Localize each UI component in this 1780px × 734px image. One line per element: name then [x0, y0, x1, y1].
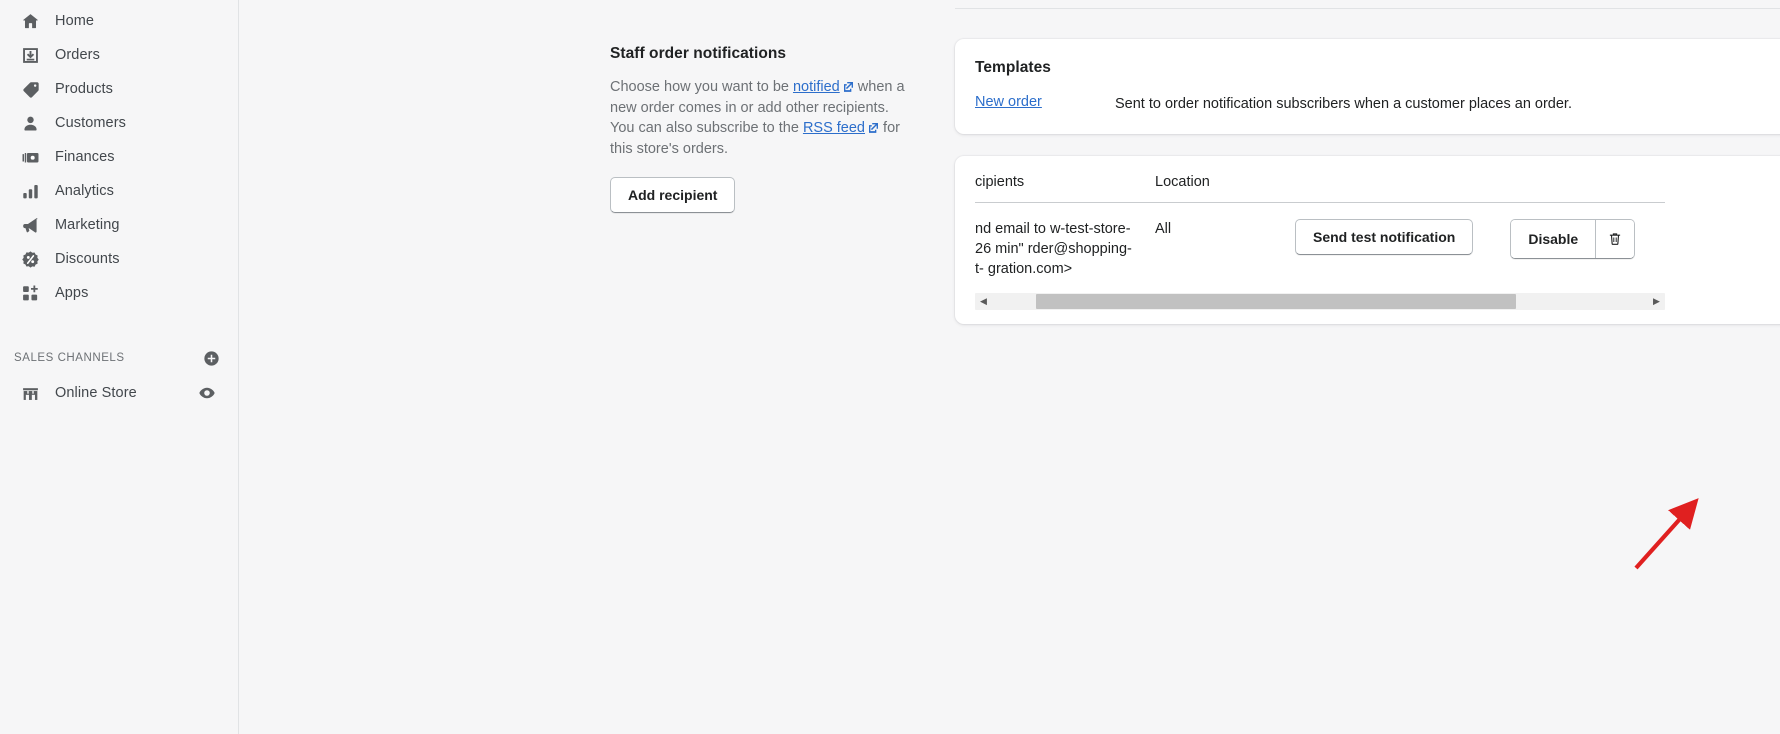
sidebar-item-customers[interactable]: Customers: [6, 106, 230, 140]
sidebar-item-label: Home: [55, 13, 95, 29]
divider-row: [239, 0, 1780, 39]
scrollbar-right-arrow[interactable]: ▶: [1648, 293, 1665, 310]
staff-order-notifications-description: Choose how you want to be notified when …: [610, 77, 915, 159]
app-root: Home Orders Products Customers Finances …: [0, 0, 1780, 734]
apps-grid-plus-icon: [20, 283, 40, 303]
sidebar-item-home[interactable]: Home: [6, 4, 230, 38]
add-recipient-button[interactable]: Add recipient: [610, 177, 736, 213]
customers-person-icon: [20, 113, 40, 133]
disable-button[interactable]: Disable: [1511, 220, 1596, 258]
template-link-new-order[interactable]: New order: [975, 94, 1115, 110]
sidebar-item-products[interactable]: Products: [6, 72, 230, 106]
marketing-megaphone-icon: [20, 215, 40, 235]
cell-location: All: [1155, 221, 1172, 237]
sidebar-item-discounts[interactable]: Discounts: [6, 242, 230, 276]
annotation-arrow: [1634, 498, 1699, 570]
table-header-row: cipients Location: [975, 156, 1665, 203]
staff-order-notifications-section: Staff order notifications Choose how you…: [239, 39, 1780, 324]
plus-circle-icon[interactable]: [203, 350, 220, 367]
external-link-icon: [868, 119, 879, 139]
sidebar: Home Orders Products Customers Finances …: [0, 0, 239, 734]
cell-recipient: nd email to w-test-store-26 min" rder@sh…: [975, 221, 1132, 277]
horizontal-scrollbar[interactable]: ◀ ▶: [975, 293, 1665, 310]
sidebar-item-finances[interactable]: Finances: [6, 140, 230, 174]
analytics-bars-icon: [20, 181, 40, 201]
sidebar-item-label: Apps: [55, 285, 89, 301]
divider-right-col: [955, 0, 1780, 39]
desc-text-1: Choose how you want to be: [610, 79, 793, 95]
sidebar-item-orders[interactable]: Orders: [6, 38, 230, 72]
sidebar-item-label: Discounts: [55, 251, 120, 267]
main-content-area: Do not track Your email open rate will n…: [239, 0, 1780, 734]
sidebar-item-online-store[interactable]: Online Store: [6, 376, 230, 410]
table-row: nd email to w-test-store-26 min" rder@sh…: [975, 203, 1665, 287]
orders-icon: [20, 45, 40, 65]
rss-feed-link[interactable]: RSS feed: [803, 120, 865, 136]
page-section-title: Staff order notifications: [610, 45, 787, 62]
column-header-recipients: cipients: [975, 174, 1025, 190]
scrollbar-left-arrow[interactable]: ◀: [975, 293, 992, 310]
sidebar-item-label: Marketing: [55, 217, 120, 233]
discounts-percent-icon: [20, 249, 40, 269]
disable-delete-button-group: Disable: [1510, 219, 1636, 259]
cell-actions: Send test notification Disable: [1295, 219, 1636, 259]
scrollbar-track[interactable]: [992, 293, 1648, 310]
section-divider: [955, 8, 1780, 9]
sidebar-item-label: Analytics: [55, 183, 114, 199]
products-tag-icon: [20, 79, 40, 99]
template-row: New order Sent to order notification sub…: [975, 77, 1780, 114]
template-description: Sent to order notification subscribers w…: [1115, 96, 1572, 112]
sidebar-item-label: Products: [55, 81, 114, 97]
sidebar-item-analytics[interactable]: Analytics: [6, 174, 230, 208]
staff-order-notifications-left-col: Staff order notifications Choose how you…: [610, 39, 955, 324]
sidebar-item-label: Finances: [55, 149, 115, 165]
notified-link[interactable]: notified: [793, 79, 840, 95]
sidebar-item-label: Online Store: [55, 385, 137, 401]
trash-icon[interactable]: [1595, 220, 1635, 258]
send-test-notification-button[interactable]: Send test notification: [1295, 219, 1474, 255]
external-link-icon: [843, 78, 854, 98]
eye-icon[interactable]: [198, 384, 218, 402]
column-header-location: Location: [1155, 174, 1210, 190]
finances-cash-icon: [20, 147, 40, 167]
divider-left-col: [610, 0, 955, 39]
staff-order-notifications-right-col: Templates New order Sent to order notifi…: [955, 39, 1780, 324]
home-icon: [20, 11, 40, 31]
sales-channels-title: SALES CHANNELS: [14, 352, 125, 364]
sidebar-item-marketing[interactable]: Marketing: [6, 208, 230, 242]
storefront-icon: [20, 383, 40, 403]
templates-card: Templates New order Sent to order notifi…: [955, 39, 1780, 134]
scrollbar-thumb[interactable]: [1036, 294, 1516, 309]
sidebar-item-label: Customers: [55, 115, 126, 131]
sales-channels-header: SALES CHANNELS: [10, 344, 224, 372]
settings-scroll-container: Do not track Your email open rate will n…: [239, 0, 1780, 324]
sidebar-item-label: Orders: [55, 47, 100, 63]
templates-title: Templates: [975, 59, 1051, 76]
sidebar-item-apps[interactable]: Apps: [6, 276, 230, 310]
recipients-table-card: cipients Location nd email to w-test-sto…: [955, 156, 1780, 324]
recipients-table: cipients Location nd email to w-test-sto…: [955, 156, 1685, 310]
